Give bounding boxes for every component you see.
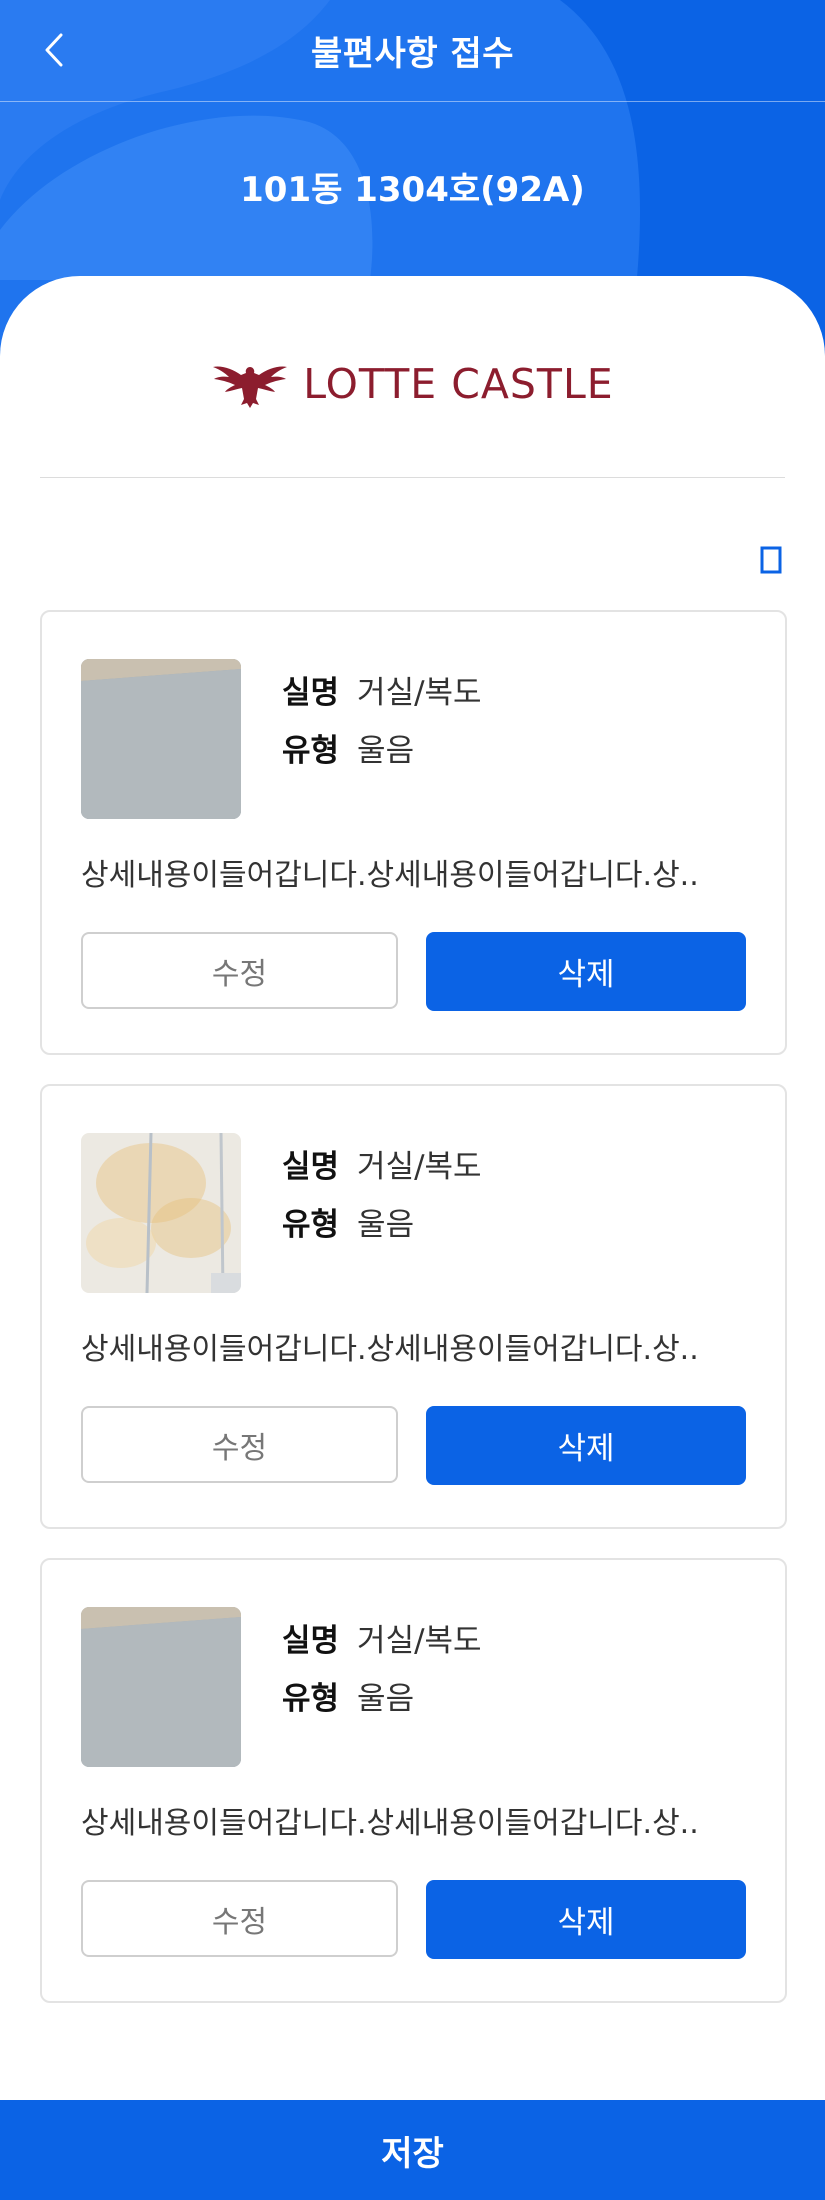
eagle-logo-icon [213, 366, 288, 408]
brand-name: LOTTE CASTLE [303, 360, 614, 408]
complaint-card: 실명 거실/복도 유형 울음 상세내용이들어갑니다.상세내용이들어갑니다.상.. 수… [40, 1084, 787, 1529]
complaint-photo[interactable] [81, 659, 241, 819]
delete-button[interactable]: 삭제 [426, 932, 746, 1011]
room-label: 실명 [282, 1149, 340, 1185]
complaint-info: 실명 거실/복도 유형 울음 [282, 1612, 482, 1728]
trash-icon [760, 546, 782, 574]
page-title: 불편사항 접수 [310, 34, 515, 74]
type-value: 울음 [357, 733, 415, 769]
edit-button[interactable]: 수정 [81, 1880, 398, 1957]
photo-image [81, 1133, 241, 1293]
unit-label: 101동 1304호(92A) [240, 170, 585, 210]
type-label: 유형 [282, 733, 340, 769]
photo-image [81, 659, 241, 819]
photo-image [81, 1607, 241, 1767]
room-value: 거실/복도 [357, 1623, 482, 1659]
complaint-card: 실명 거실/복도 유형 울음 상세내용이들어갑니다.상세내용이들어갑니다.상.. 수… [40, 610, 787, 1055]
divider [40, 477, 785, 478]
brand-logo: LOTTE CASTLE [0, 354, 825, 414]
room-label: 실명 [282, 1623, 340, 1659]
complaint-photo[interactable] [81, 1133, 241, 1293]
edit-button[interactable]: 수정 [81, 932, 398, 1009]
room-value: 거실/복도 [357, 675, 482, 711]
top-app-bar: 불편사항 접수 [0, 0, 825, 102]
type-label: 유형 [282, 1207, 340, 1243]
delete-button[interactable]: 삭제 [426, 1406, 746, 1485]
complaint-description: 상세내용이들어갑니다.상세내용이들어갑니다.상.. [81, 858, 699, 893]
delete-all-button[interactable] [758, 544, 784, 574]
edit-button[interactable]: 수정 [81, 1406, 398, 1483]
complaint-description: 상세내용이들어갑니다.상세내용이들어갑니다.상.. [81, 1332, 699, 1367]
complaint-info: 실명 거실/복도 유형 울음 [282, 1138, 482, 1254]
type-value: 울음 [357, 1681, 415, 1717]
complaint-description: 상세내용이들어갑니다.상세내용이들어갑니다.상.. [81, 1806, 699, 1841]
room-label: 실명 [282, 675, 340, 711]
type-label: 유형 [282, 1681, 340, 1717]
complaint-card: 실명 거실/복도 유형 울음 상세내용이들어갑니다.상세내용이들어갑니다.상.. 수… [40, 1558, 787, 2003]
save-button[interactable]: 저장 [0, 2100, 825, 2200]
complaint-photo[interactable] [81, 1607, 241, 1767]
complaint-info: 실명 거실/복도 유형 울음 [282, 664, 482, 780]
delete-button[interactable]: 삭제 [426, 1880, 746, 1959]
type-value: 울음 [357, 1207, 415, 1243]
room-value: 거실/복도 [357, 1149, 482, 1185]
